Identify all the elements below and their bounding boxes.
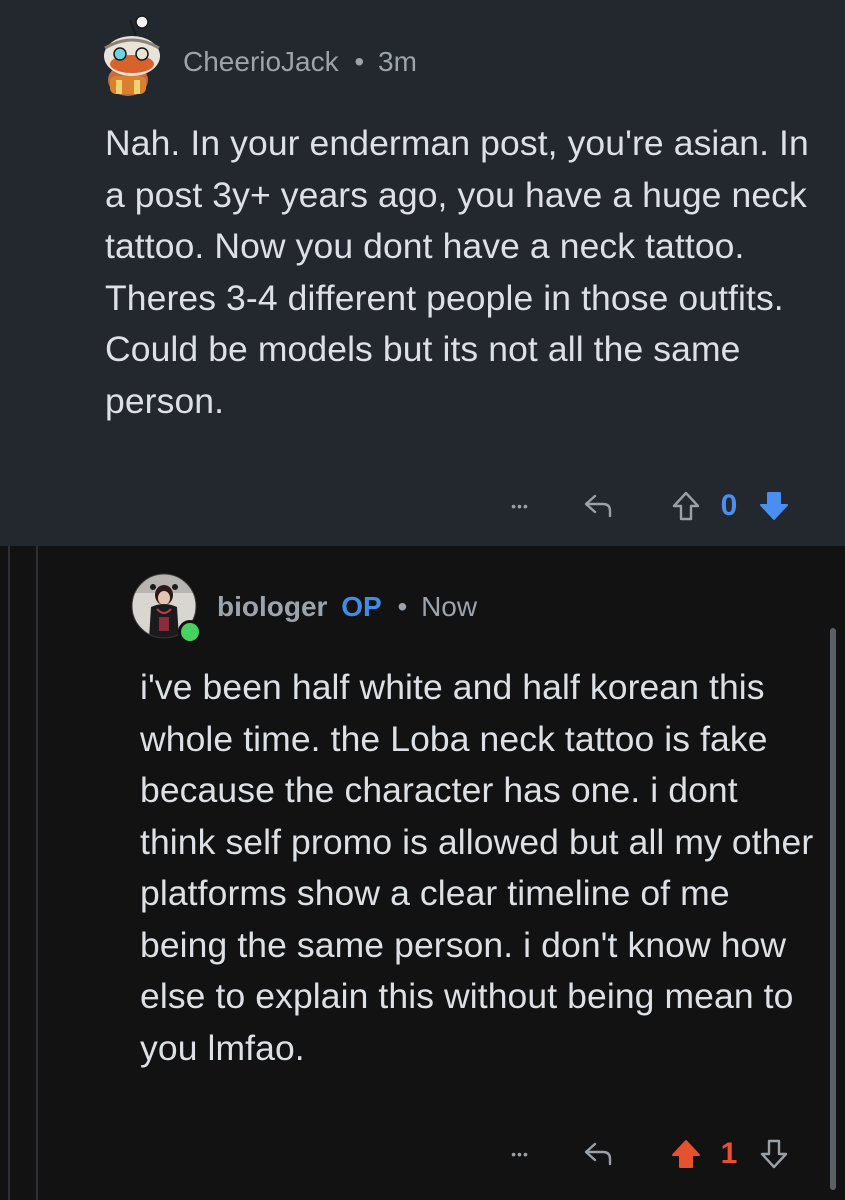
op-badge: OP — [341, 591, 382, 622]
more-options-button[interactable]: ••• — [500, 1134, 540, 1174]
more-label: ••• — [511, 1146, 529, 1162]
vote-score: 0 — [720, 489, 738, 522]
upvote-arrow-icon — [672, 491, 700, 521]
comment-meta: biologer OP • Now — [217, 589, 477, 625]
reply-icon — [584, 1142, 612, 1166]
downvote-arrow-icon — [760, 492, 788, 520]
online-status-dot — [178, 620, 202, 644]
upvote-arrow-icon — [672, 1140, 700, 1168]
meta-separator: • — [397, 591, 408, 622]
username[interactable]: CheerioJack — [183, 46, 339, 77]
upvote-button[interactable] — [666, 486, 706, 526]
comment-meta: CheerioJack • 3m — [183, 44, 417, 80]
comment-actions: ••• 1 — [500, 1130, 800, 1180]
downvote-button[interactable] — [754, 486, 794, 526]
meta-separator: • — [354, 46, 365, 77]
comment-body: Nah. In your enderman post, you're asian… — [105, 123, 809, 421]
user-avatar[interactable] — [131, 573, 202, 644]
reply-button[interactable] — [578, 1134, 618, 1174]
comment-actions: ••• 0 — [500, 482, 800, 532]
timestamp: Now — [421, 591, 478, 622]
comment-body: i've been half white and half korean thi… — [140, 667, 814, 1068]
timestamp: 3m — [378, 46, 417, 77]
vote-score: 1 — [720, 1137, 738, 1170]
user-avatar[interactable] — [96, 14, 168, 100]
scrollbar[interactable] — [830, 628, 836, 1190]
downvote-arrow-icon — [760, 1139, 788, 1169]
more-label: ••• — [511, 498, 529, 514]
more-options-button[interactable]: ••• — [500, 486, 540, 526]
thread-line[interactable] — [36, 546, 38, 1200]
reply-icon — [584, 494, 612, 518]
reply-button[interactable] — [578, 486, 618, 526]
downvote-button[interactable] — [754, 1134, 794, 1174]
username[interactable]: biologer — [217, 591, 327, 622]
thread-line[interactable] — [8, 546, 10, 1200]
comment-cheeriojack: CheerioJack • 3m Nah. In your enderman p… — [0, 0, 845, 546]
upvote-button[interactable] — [666, 1134, 706, 1174]
